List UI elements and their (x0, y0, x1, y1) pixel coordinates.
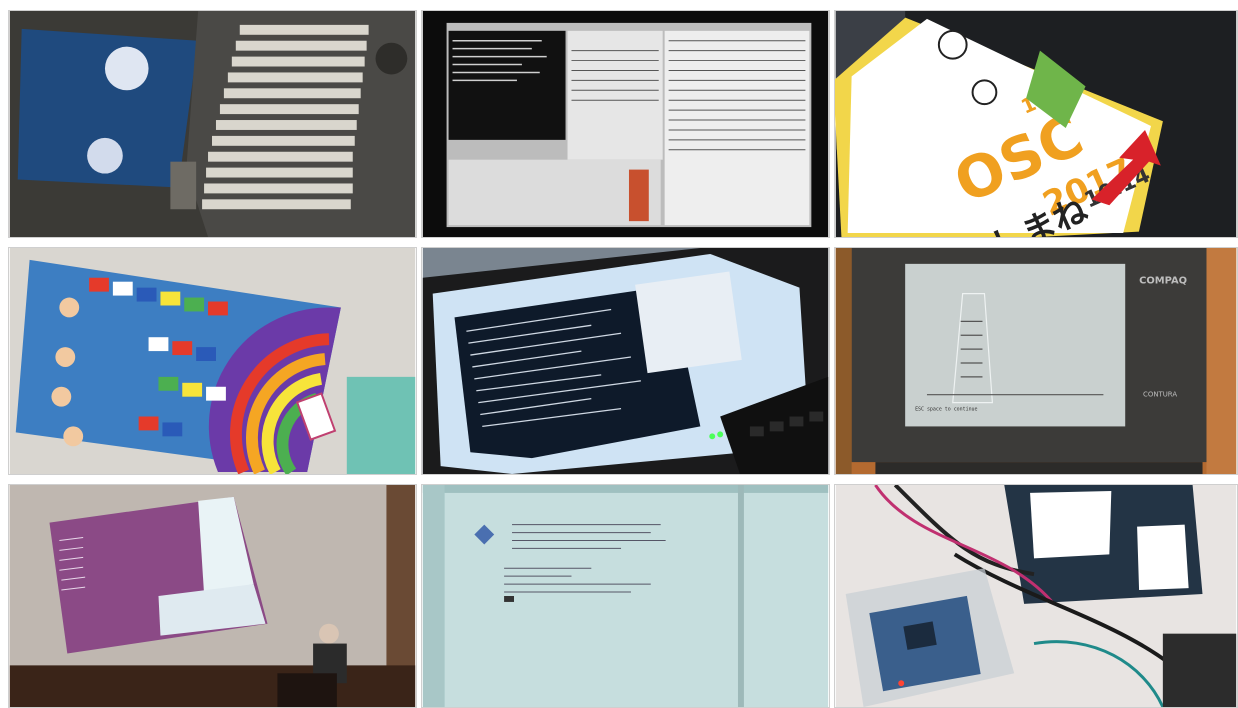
laptop-bluescreen-image (9, 11, 416, 237)
terminal-filemanager-image (422, 11, 829, 237)
kids-painting-image (9, 248, 416, 474)
compaq-laptop-image: ESC space to continue COMPAQ CONTURA (835, 248, 1237, 474)
photo-projector-presentation[interactable] (8, 484, 417, 708)
photo-sbc-display[interactable] (834, 484, 1238, 708)
compaq-brand: COMPAQ (1139, 276, 1187, 287)
projector-presentation-image (9, 485, 416, 707)
thinkpad-terminal-image (422, 248, 829, 474)
tiled-terminal-image (422, 485, 829, 707)
photo-osc-poster[interactable]: OSC 2017 しまね 10.14 10 (834, 10, 1238, 238)
osc-poster-image: OSC 2017 しまね 10.14 10 (835, 11, 1237, 237)
photo-kids-painting[interactable] (8, 247, 417, 475)
photo-terminal-filemanager[interactable] (421, 10, 830, 238)
compaq-model: CONTURA (1143, 391, 1177, 399)
photo-thinkpad-terminal[interactable] (421, 247, 830, 475)
compaq-prompt: ESC space to continue (915, 407, 977, 413)
photo-laptop-bluescreen[interactable] (8, 10, 417, 238)
sbc-display-image (835, 485, 1237, 707)
photo-tiled-terminal[interactable] (421, 484, 830, 708)
photo-compaq-laptop[interactable]: ESC space to continue COMPAQ CONTURA (834, 247, 1238, 475)
